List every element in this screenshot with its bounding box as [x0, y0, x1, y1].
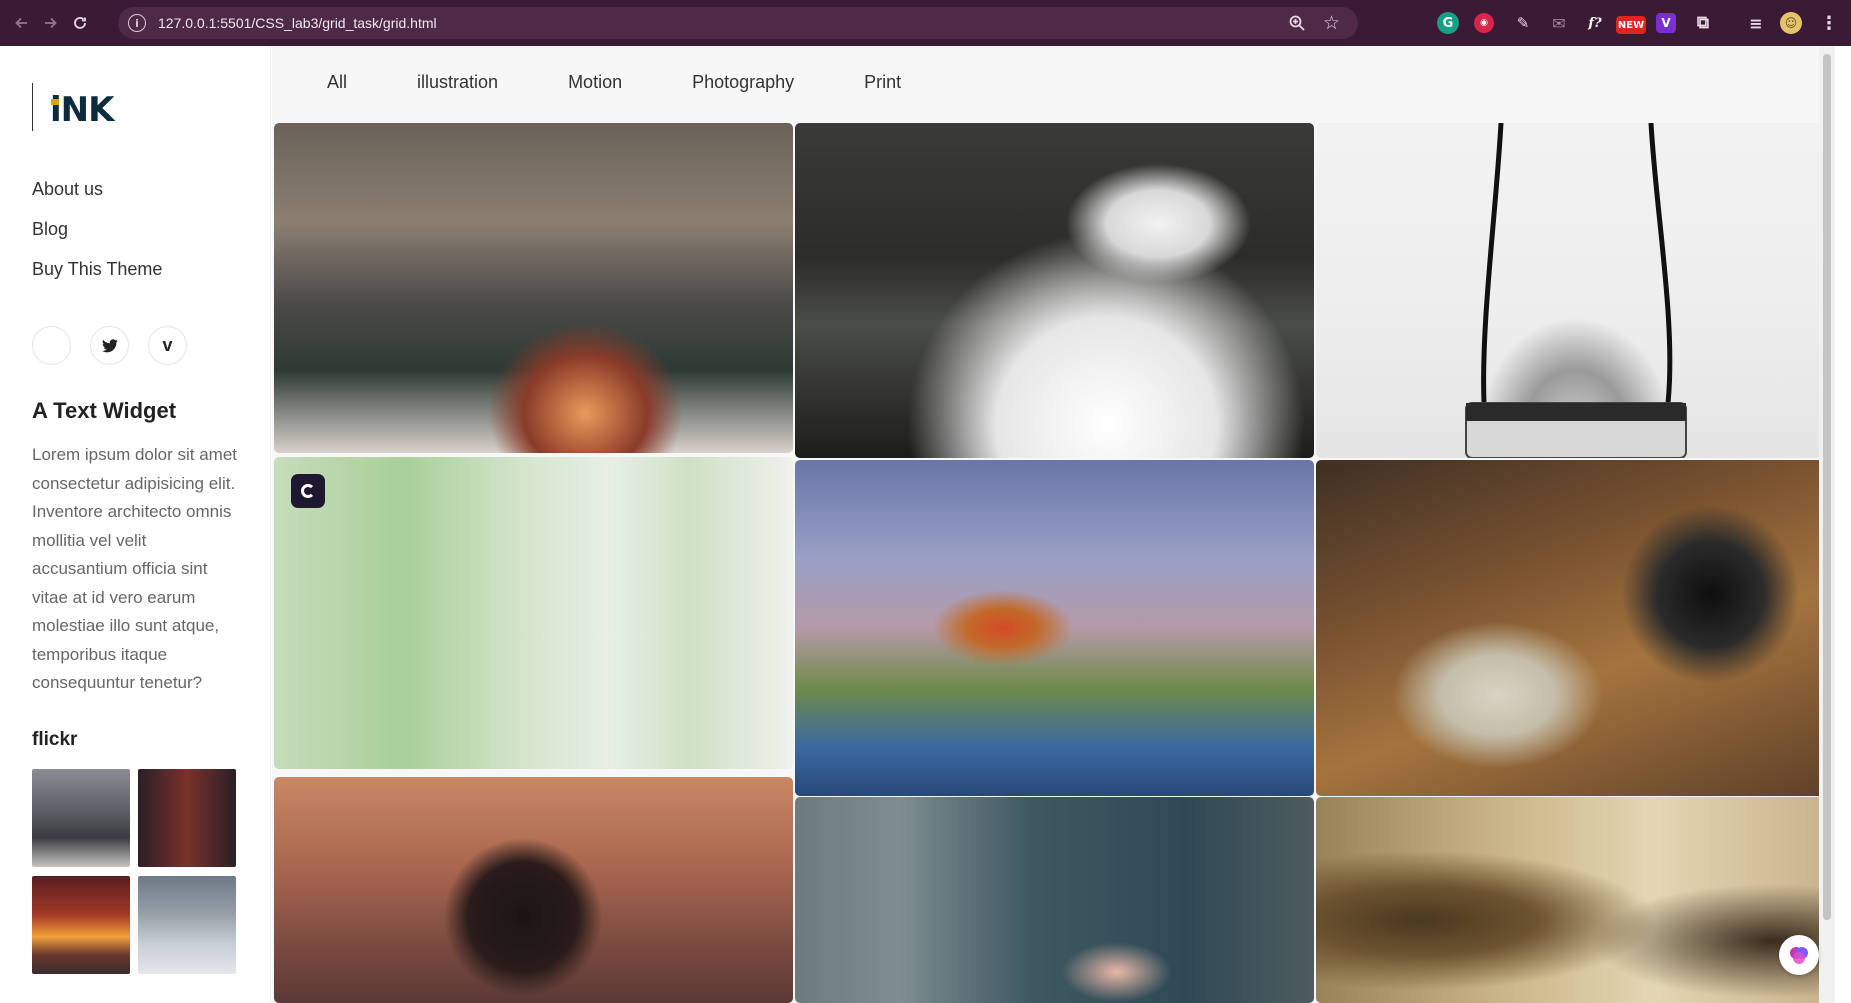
back-icon[interactable]: [8, 9, 36, 37]
font-extension-icon[interactable]: f?: [1582, 10, 1608, 36]
camera-strap-drawing: [1465, 123, 1687, 458]
nav-link-about-us[interactable]: About us: [32, 178, 162, 201]
vimeo-icon[interactable]: v: [148, 326, 187, 365]
sepia-vintage-portrait-photo[interactable]: [1316, 797, 1835, 1003]
eagle-hunters-on-horses-photo[interactable]: [795, 460, 1314, 796]
site-info-icon[interactable]: i: [128, 14, 146, 32]
nav-link-buy-this-theme[interactable]: Buy This Theme: [32, 258, 162, 281]
v-extension-icon[interactable]: V: [1656, 13, 1676, 33]
bookmark-star-icon[interactable]: ☆: [1323, 12, 1340, 34]
photographer-in-snow-photo[interactable]: [795, 123, 1314, 458]
grammarly-icon[interactable]: G: [1437, 12, 1459, 34]
page-scrollbar[interactable]: [1819, 46, 1835, 1003]
social-links: v: [32, 326, 187, 365]
sunset-street-photo[interactable]: [32, 876, 130, 974]
filter-illustration[interactable]: illustration: [417, 72, 498, 93]
extensions-puzzle-icon[interactable]: ⧉: [1690, 10, 1716, 36]
twitter-icon[interactable]: [90, 326, 129, 365]
vintage-camera-with-polaroids-photo[interactable]: [1316, 460, 1835, 796]
studio-photoshoot-photo[interactable]: [795, 797, 1314, 1003]
play-badge-icon[interactable]: [291, 474, 325, 508]
page: iNK About us Blog Buy This Theme v A Tex…: [0, 46, 1851, 1003]
main-content: All illustration Motion Photography Prin…: [272, 46, 1835, 1003]
text-widget-title: A Text Widget: [32, 398, 177, 423]
pen-extension-icon[interactable]: ✎: [1510, 10, 1536, 36]
blank-social-icon[interactable]: [32, 326, 71, 365]
address-bar[interactable]: i 127.0.0.1:5501/CSS_lab3/grid_task/grid…: [118, 7, 1358, 39]
sidebar: iNK About us Blog Buy This Theme v A Tex…: [0, 46, 271, 1003]
flickr-gallery: [32, 769, 237, 974]
assistant-brain-icon[interactable]: [1779, 935, 1819, 975]
media-queue-icon[interactable]: ≡: [1743, 10, 1769, 36]
filter-tabs: All illustration Motion Photography Prin…: [327, 72, 901, 93]
hanging-canon-camera-photo[interactable]: [1316, 123, 1835, 458]
zoom-icon[interactable]: [1288, 14, 1306, 36]
filter-all[interactable]: All: [327, 72, 347, 93]
browser-toolbar: i 127.0.0.1:5501/CSS_lab3/grid_task/grid…: [0, 0, 1851, 46]
filter-print[interactable]: Print: [864, 72, 901, 93]
city-street-photo[interactable]: [32, 769, 130, 867]
new-badge-extension-icon[interactable]: NEW: [1616, 16, 1646, 34]
flickr-title: flickr: [32, 729, 78, 750]
red-road-photo[interactable]: [138, 769, 236, 867]
family-birthday-photo[interactable]: [274, 123, 793, 453]
logo-divider: [32, 83, 33, 131]
reload-icon[interactable]: [66, 9, 94, 37]
red-extension-icon[interactable]: ◉: [1474, 13, 1494, 33]
browser-menu-icon[interactable]: ⋮: [1816, 10, 1842, 36]
filter-photography[interactable]: Photography: [692, 72, 794, 93]
snowy-street-photo[interactable]: [138, 876, 236, 974]
portfolio-grid: [274, 123, 1835, 1003]
sidebar-nav: About us Blog Buy This Theme: [32, 178, 162, 298]
logo-accent: [51, 99, 59, 105]
site-logo[interactable]: iNK: [50, 90, 114, 130]
mail-extension-icon[interactable]: ✉: [1546, 10, 1572, 36]
forward-icon[interactable]: [36, 9, 64, 37]
filter-motion[interactable]: Motion: [568, 72, 622, 93]
text-widget-body: Lorem ipsum dolor sit amet consectetur a…: [32, 445, 238, 692]
blurred-green-window-photo[interactable]: [274, 457, 793, 769]
url-text[interactable]: 127.0.0.1:5501/CSS_lab3/grid_task/grid.h…: [158, 15, 437, 31]
nav-link-blog[interactable]: Blog: [32, 218, 162, 241]
scrollbar-thumb[interactable]: [1823, 54, 1831, 920]
photographer-closeup-photo[interactable]: [274, 777, 793, 1003]
logo-text: iNK: [50, 90, 114, 130]
profile-avatar-icon[interactable]: ☺: [1780, 12, 1802, 34]
